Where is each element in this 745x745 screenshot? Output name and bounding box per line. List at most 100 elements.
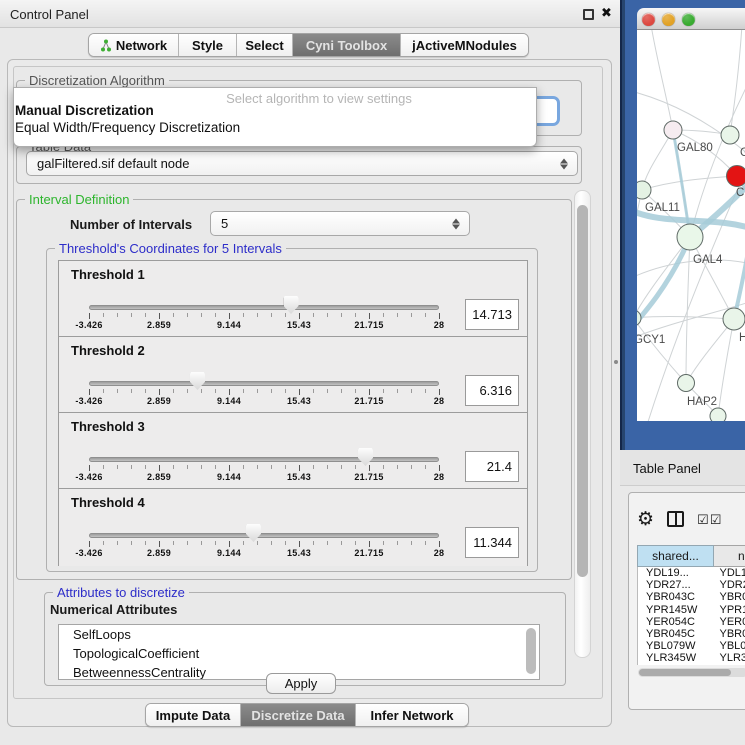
float-window-icon[interactable]	[583, 9, 594, 20]
table-row[interactable]: YDR27...YDR2	[638, 579, 745, 591]
threshold-slider-track[interactable]	[89, 381, 439, 386]
network-window-titlebar[interactable]	[637, 8, 745, 30]
slider-tick	[173, 465, 174, 469]
network-node[interactable]	[637, 310, 641, 326]
slider-tick	[117, 465, 118, 469]
slider-tick-label: 2.859	[147, 548, 171, 558]
network-node[interactable]	[727, 166, 745, 187]
list-scrollbar-thumb[interactable]	[526, 628, 536, 674]
tab-label: Impute Data	[156, 708, 230, 723]
attribute-list-item[interactable]: SelfLoops	[59, 625, 539, 644]
table-row[interactable]: YDL19...YDL1	[638, 567, 745, 579]
threshold-slider-thumb[interactable]	[358, 448, 373, 466]
table-cell: YLR345W	[638, 652, 714, 664]
network-node[interactable]	[677, 224, 703, 250]
threshold-slider-thumb[interactable]	[246, 524, 261, 542]
tab-discretize-data[interactable]: Discretize Data	[241, 704, 356, 726]
column-header-name[interactable]: n	[714, 545, 745, 567]
table-body[interactable]: YDL19...YDL1YDR27...YDR2YBR043CYBR0YPR14…	[637, 567, 745, 665]
table-row[interactable]: YBR045CYBR0	[638, 628, 745, 640]
slider-tick	[201, 541, 202, 545]
splitter-handle[interactable]	[614, 360, 618, 364]
threshold-slider-thumb[interactable]	[190, 372, 205, 390]
slider-tick	[145, 465, 146, 469]
slider-tick	[271, 465, 272, 469]
gear-icon[interactable]: ⚙	[637, 510, 654, 529]
close-traffic-icon[interactable]	[642, 13, 655, 26]
threshold-slider-track[interactable]	[89, 533, 439, 538]
tab-select[interactable]: Select	[237, 34, 293, 56]
tab-infer-network[interactable]: Infer Network	[356, 704, 468, 726]
tab-style[interactable]: Style	[179, 34, 237, 56]
panel-scrollbar[interactable]	[574, 190, 591, 658]
slider-tick	[299, 313, 300, 319]
network-node[interactable]	[637, 181, 651, 199]
slider-tick	[397, 465, 398, 469]
slider-tick	[89, 541, 90, 547]
table-row[interactable]: YIL052CYIL0	[638, 665, 745, 666]
menu-item-manual-discretization[interactable]: Manual Discretization	[15, 103, 154, 118]
table-cell: YER054C	[638, 616, 714, 628]
checkbox-icon[interactable]: ☑☑	[697, 513, 722, 526]
network-edge	[637, 190, 642, 280]
threshold-value-field[interactable]: 21.4	[465, 451, 519, 482]
slider-tick	[159, 465, 160, 471]
threshold-value-field[interactable]: 14.713	[465, 299, 519, 330]
table-hscrollbar-thumb[interactable]	[639, 669, 731, 676]
slider-tick	[285, 541, 286, 545]
table-row[interactable]: YER054CYER0	[638, 616, 745, 628]
menu-item-equal-width-discretization[interactable]: Equal Width/Frequency Discretization	[15, 120, 240, 135]
apply-button[interactable]: Apply	[266, 673, 336, 694]
network-icon	[100, 39, 112, 52]
slider-tick	[215, 313, 216, 317]
tab-impute-data[interactable]: Impute Data	[146, 704, 241, 726]
slider-tick	[439, 465, 440, 471]
columns-icon[interactable]	[667, 511, 684, 527]
close-icon[interactable]: ✖	[601, 5, 612, 21]
network-canvas[interactable]: GAL80GAGAL11CGAL4GCY1HHAP2	[637, 30, 745, 421]
tab-jactivemnodules[interactable]: jActiveMNodules	[401, 34, 528, 56]
numerical-attributes-list[interactable]: SelfLoopsTopologicalCoefficientBetweenne…	[58, 624, 540, 680]
table-row[interactable]: YPR145WYPR1	[638, 604, 745, 616]
slider-tick-label: 15.43	[287, 472, 311, 482]
slider-tick	[285, 465, 286, 469]
table-row[interactable]: YBL079WYBL0	[638, 640, 745, 652]
slider-tick-label: 28	[434, 548, 445, 558]
tab-cyni-toolbox[interactable]: Cyni Toolbox	[293, 34, 401, 56]
table-row[interactable]: YBR043CYBR0	[638, 591, 745, 603]
network-node[interactable]	[678, 375, 695, 392]
minimize-traffic-icon[interactable]	[662, 13, 675, 26]
slider-tick	[173, 313, 174, 317]
network-node[interactable]	[710, 408, 726, 421]
top-tab-bar: NetworkStyleSelectCyni ToolboxjActiveMNo…	[88, 33, 529, 57]
threshold-slider-track[interactable]	[89, 457, 439, 462]
slider-tick	[89, 465, 90, 471]
threshold-slider-thumb[interactable]	[284, 296, 299, 314]
combo-stepper-icon	[452, 218, 460, 229]
combo-stepper-icon	[560, 158, 568, 169]
interval-definition-label: Interval Definition	[25, 192, 133, 207]
tab-network[interactable]: Network	[89, 34, 179, 56]
threshold-slider-track[interactable]	[89, 305, 439, 310]
attribute-list-item[interactable]: TopologicalCoefficient	[59, 644, 539, 663]
table-cell: YBR0	[714, 628, 745, 640]
threshold-value-field[interactable]: 6.316	[465, 375, 519, 406]
table-hscrollbar[interactable]	[638, 668, 745, 677]
network-node[interactable]	[664, 121, 682, 139]
slider-tick-label: 15.43	[287, 548, 311, 558]
table-row[interactable]: YLR345WYLR3	[638, 652, 745, 664]
num-intervals-combo[interactable]: 5	[210, 211, 470, 236]
slider-tick-label: -3.426	[75, 396, 102, 406]
slider-tick	[411, 389, 412, 393]
panel-scrollbar-thumb[interactable]	[577, 205, 588, 577]
network-node[interactable]	[721, 126, 739, 144]
zoom-traffic-icon[interactable]	[682, 13, 695, 26]
slider-tick	[313, 313, 314, 317]
column-header-shared[interactable]: shared...	[637, 545, 714, 567]
table-data-combo[interactable]: galFiltered.sif default node	[26, 151, 578, 176]
table-cell: YBL0	[714, 640, 745, 652]
network-node[interactable]	[723, 308, 745, 330]
slider-tick	[159, 389, 160, 395]
slider-tick	[229, 541, 230, 547]
threshold-value-field[interactable]: 11.344	[465, 527, 519, 558]
